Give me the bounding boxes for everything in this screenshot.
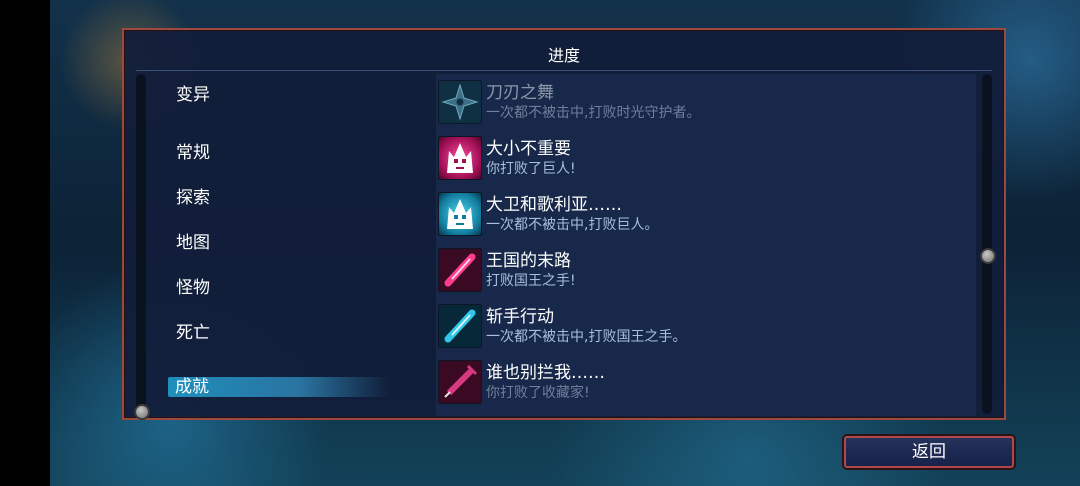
achievement-title: 大卫和歌利亚…… [486,195,622,215]
achievement-list: 刀刃之舞 一次都不被击中,打败时光守护者。 大小不重要 你打败了巨人! 大卫和歌… [436,74,976,416]
category-monsters[interactable]: 怪物 [176,273,210,298]
category-deaths[interactable]: 死亡 [176,318,210,343]
achievement-item: 大小不重要 你打败了巨人! [436,132,976,184]
category-achievements[interactable]: 成就 [168,377,389,397]
giant-skull-icon [438,192,482,236]
shuriken-icon [438,80,482,124]
progress-panel: 进度 变异 常规 探索 地图 怪物 死亡 成就 刀刃之舞 一次都不被击中,打败时… [122,28,1006,420]
achievement-desc: 你打败了巨人! [486,161,576,177]
achievement-item: 王国的末路 打败国王之手! [436,244,976,296]
left-black-bar [0,0,50,486]
giant-skull-icon [438,136,482,180]
achievement-scroll-knob[interactable] [980,248,996,264]
achievement-desc: 一次都不被击中,打败国王之手。 [486,329,687,345]
category-map[interactable]: 地图 [176,228,210,253]
achievement-desc: 打败国王之手! [486,273,576,289]
achievement-item: 大卫和歌利亚…… 一次都不被击中,打败巨人。 [436,188,976,240]
category-general[interactable]: 常规 [176,138,210,163]
blade-icon [438,304,482,348]
back-button[interactable]: 返回 [844,436,1014,468]
syringe-icon [438,360,482,404]
achievement-desc: 一次都不被击中,打败时光守护者。 [486,105,701,121]
blade-icon [438,248,482,292]
achievement-list-scrollbar[interactable] [982,74,992,414]
achievement-desc: 你打败了收藏家! [486,385,590,401]
achievement-title: 王国的末路 [486,251,571,271]
title-divider [136,70,992,71]
achievement-title: 斩手行动 [486,307,554,327]
achievement-desc: 一次都不被击中,打败巨人。 [486,217,659,233]
category-exploration[interactable]: 探索 [176,183,210,208]
achievement-title: 谁也别拦我…… [486,363,605,383]
achievement-title: 大小不重要 [486,139,571,159]
categories-scroll-knob[interactable] [134,404,150,420]
achievement-item: 刀刃之舞 一次都不被击中,打败时光守护者。 [436,76,976,128]
achievement-item: 斩手行动 一次都不被击中,打败国王之手。 [436,300,976,352]
achievement-title: 刀刃之舞 [486,83,554,103]
achievement-item: 谁也别拦我…… 你打败了收藏家! [436,356,976,408]
categories-scrollbar[interactable] [136,74,146,414]
category-mutations[interactable]: 变异 [176,80,210,105]
panel-title: 进度 [547,46,580,65]
